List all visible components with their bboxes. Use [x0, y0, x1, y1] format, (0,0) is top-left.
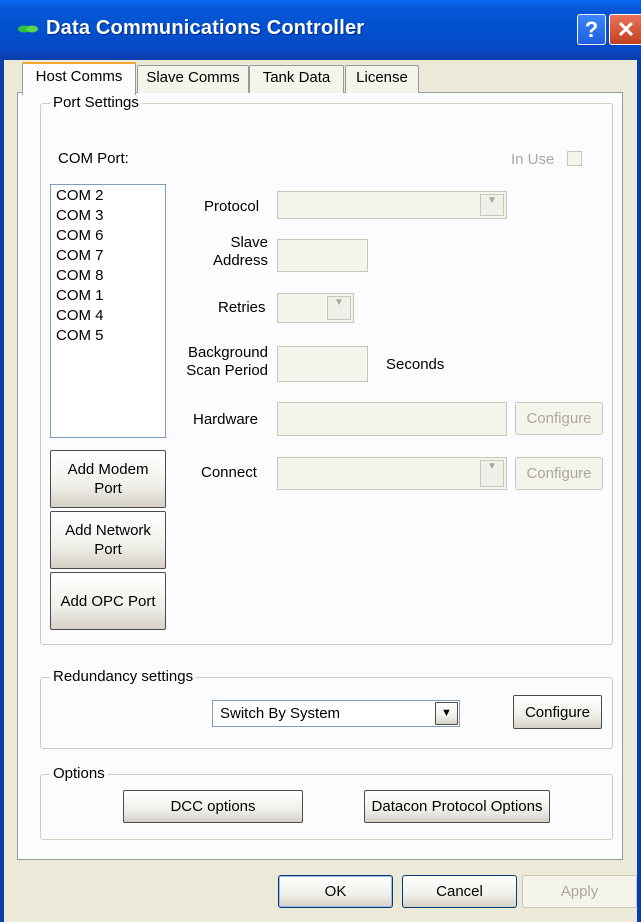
- list-item[interactable]: COM 5: [56, 326, 165, 346]
- dcc-options-button[interactable]: DCC options: [123, 790, 303, 823]
- scan-period-label-line1: Background: [187, 344, 268, 361]
- datacon-protocol-options-button[interactable]: Datacon Protocol Options: [364, 790, 550, 823]
- tab-host-comms[interactable]: Host Comms: [22, 62, 136, 95]
- chevron-down-icon: ▼: [327, 296, 351, 320]
- port-settings-legend: Port Settings: [50, 94, 142, 111]
- slave-address-label-line2: Address: [212, 252, 268, 269]
- options-legend: Options: [50, 765, 108, 782]
- connect-dropdown[interactable]: ▼: [277, 457, 507, 490]
- hardware-field[interactable]: [277, 402, 507, 436]
- list-item[interactable]: COM 4: [56, 306, 165, 326]
- connect-configure-button[interactable]: Configure: [515, 457, 603, 490]
- hardware-label: Hardware: [193, 411, 259, 428]
- redundancy-legend: Redundancy settings: [50, 668, 197, 685]
- slave-address-label-line1: Slave: [230, 234, 268, 251]
- retries-dropdown[interactable]: ▼: [277, 293, 354, 323]
- apply-button[interactable]: Apply: [522, 875, 637, 908]
- window-frame-right: [637, 60, 641, 922]
- in-use-checkbox[interactable]: [567, 151, 582, 166]
- protocol-dropdown[interactable]: ▼: [277, 191, 507, 219]
- add-network-port-label-line2: Port: [94, 541, 122, 558]
- app-icon: [18, 25, 38, 33]
- ok-button[interactable]: OK: [278, 875, 393, 908]
- retries-label: Retries: [218, 299, 266, 316]
- help-button[interactable]: ?: [577, 14, 606, 45]
- in-use-label: In Use: [511, 151, 555, 168]
- com-port-list[interactable]: COM 2 COM 3 COM 6 COM 7 COM 8 COM 1 COM …: [50, 184, 166, 438]
- add-opc-port-button[interactable]: Add OPC Port: [50, 572, 166, 630]
- list-item[interactable]: COM 6: [56, 226, 165, 246]
- hardware-configure-button[interactable]: Configure: [515, 402, 603, 435]
- seconds-label: Seconds: [386, 356, 445, 373]
- list-item[interactable]: COM 2: [56, 186, 165, 206]
- add-network-port-button[interactable]: Add Network Port: [50, 511, 166, 569]
- slave-address-field[interactable]: [277, 239, 368, 272]
- connect-label: Connect: [201, 464, 257, 481]
- window-frame-left: [0, 60, 4, 922]
- add-network-port-label-line1: Add Network: [65, 522, 151, 539]
- scan-period-field[interactable]: [277, 346, 368, 382]
- close-button[interactable]: ✕: [609, 14, 641, 45]
- tab-slave-comms[interactable]: Slave Comms: [137, 65, 249, 93]
- tab-tank-data[interactable]: Tank Data: [249, 65, 344, 93]
- chevron-down-icon: ▼: [480, 460, 504, 487]
- list-item[interactable]: COM 3: [56, 206, 165, 226]
- window-title: Data Communications Controller: [46, 17, 365, 39]
- redundancy-select[interactable]: Switch By System ▼: [212, 700, 460, 727]
- scan-period-label: Background Scan Period: [170, 344, 268, 380]
- add-modem-port-button[interactable]: Add Modem Port: [50, 450, 166, 508]
- cancel-button[interactable]: Cancel: [402, 875, 517, 908]
- scan-period-label-line2: Scan Period: [186, 362, 268, 379]
- redundancy-configure-button[interactable]: Configure: [513, 695, 602, 729]
- add-modem-port-label-line1: Add Modem: [67, 461, 149, 478]
- com-port-label: COM Port:: [58, 150, 129, 167]
- list-item[interactable]: COM 8: [56, 266, 165, 286]
- redundancy-selected: Switch By System: [220, 705, 341, 722]
- tab-license[interactable]: License: [345, 65, 419, 93]
- list-item[interactable]: COM 7: [56, 246, 165, 266]
- chevron-down-icon[interactable]: ▼: [435, 702, 458, 725]
- slave-address-label: Slave Address: [204, 234, 268, 270]
- chevron-down-icon: ▼: [480, 194, 504, 216]
- protocol-label: Protocol: [204, 198, 260, 215]
- list-item[interactable]: COM 1: [56, 286, 165, 306]
- add-modem-port-label-line2: Port: [94, 480, 122, 497]
